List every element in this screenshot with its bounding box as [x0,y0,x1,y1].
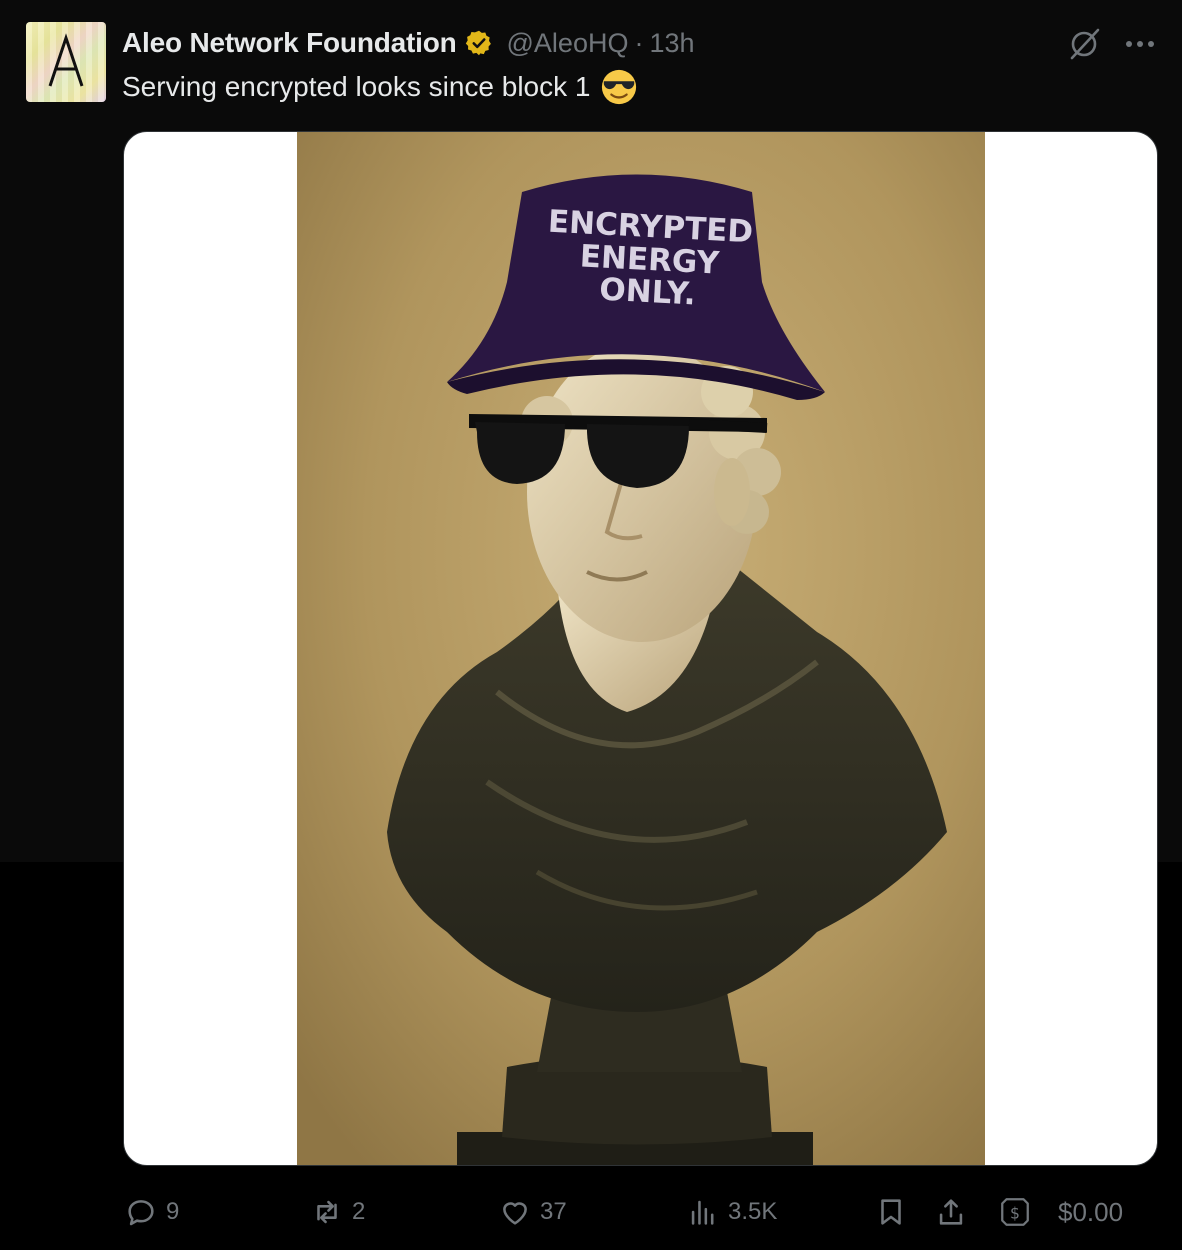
like-count: 37 [540,1198,567,1225]
reply-icon [128,1200,154,1226]
bookmark-button[interactable] [874,1186,908,1238]
tweet-actions: 9 2 37 3.5K $ $0.00 [0,1186,1182,1238]
grok-icon[interactable] [1066,26,1102,62]
timestamp[interactable]: 13h [649,28,694,59]
aleo-logo-icon [48,33,84,87]
tweet-media[interactable]: ENCRYPTED ENERGY ONLY. [123,131,1158,1166]
tip-button[interactable]: $ $0.00 [998,1186,1123,1238]
repost-button[interactable]: 2 [310,1186,365,1238]
views-button[interactable]: 3.5K [686,1186,777,1238]
sunglasses-emoji-icon [602,69,637,105]
avatar[interactable] [26,22,106,102]
repost-icon [317,1200,337,1224]
share-button[interactable] [934,1186,968,1238]
tweet[interactable]: Aleo Network Foundation @AleoHQ · 13h Se… [0,0,1182,1250]
hat-text-line-3: ONLY. [598,272,696,313]
views-icon [691,1200,714,1225]
user-handle[interactable]: @AleoHQ [507,28,629,59]
share-icon [939,1199,963,1225]
tweet-text: Serving encrypted looks since block 1 [122,71,591,102]
more-icon[interactable] [1122,30,1158,58]
reply-button[interactable]: 9 [124,1186,179,1238]
display-name[interactable]: Aleo Network Foundation [122,27,457,59]
heart-icon [503,1202,527,1225]
separator-dot: · [634,27,644,58]
tip-amount: $0.00 [1058,1196,1124,1227]
like-button[interactable]: 37 [498,1186,567,1238]
svg-text:$: $ [1010,1204,1020,1222]
bookmark-icon [881,1199,901,1225]
repost-count: 2 [352,1198,366,1225]
views-count: 3.5K [728,1198,778,1225]
reply-count: 9 [166,1198,180,1225]
tip-dollar-icon: $ [1001,1198,1029,1226]
bust-with-hat-image[interactable]: ENCRYPTED ENERGY ONLY. [297,132,985,1166]
verified-badge-icon[interactable] [465,29,493,57]
tweet-text-row: Serving encrypted looks since block 1 [122,66,638,108]
tweet-header: Aleo Network Foundation @AleoHQ · 13h [122,24,695,62]
